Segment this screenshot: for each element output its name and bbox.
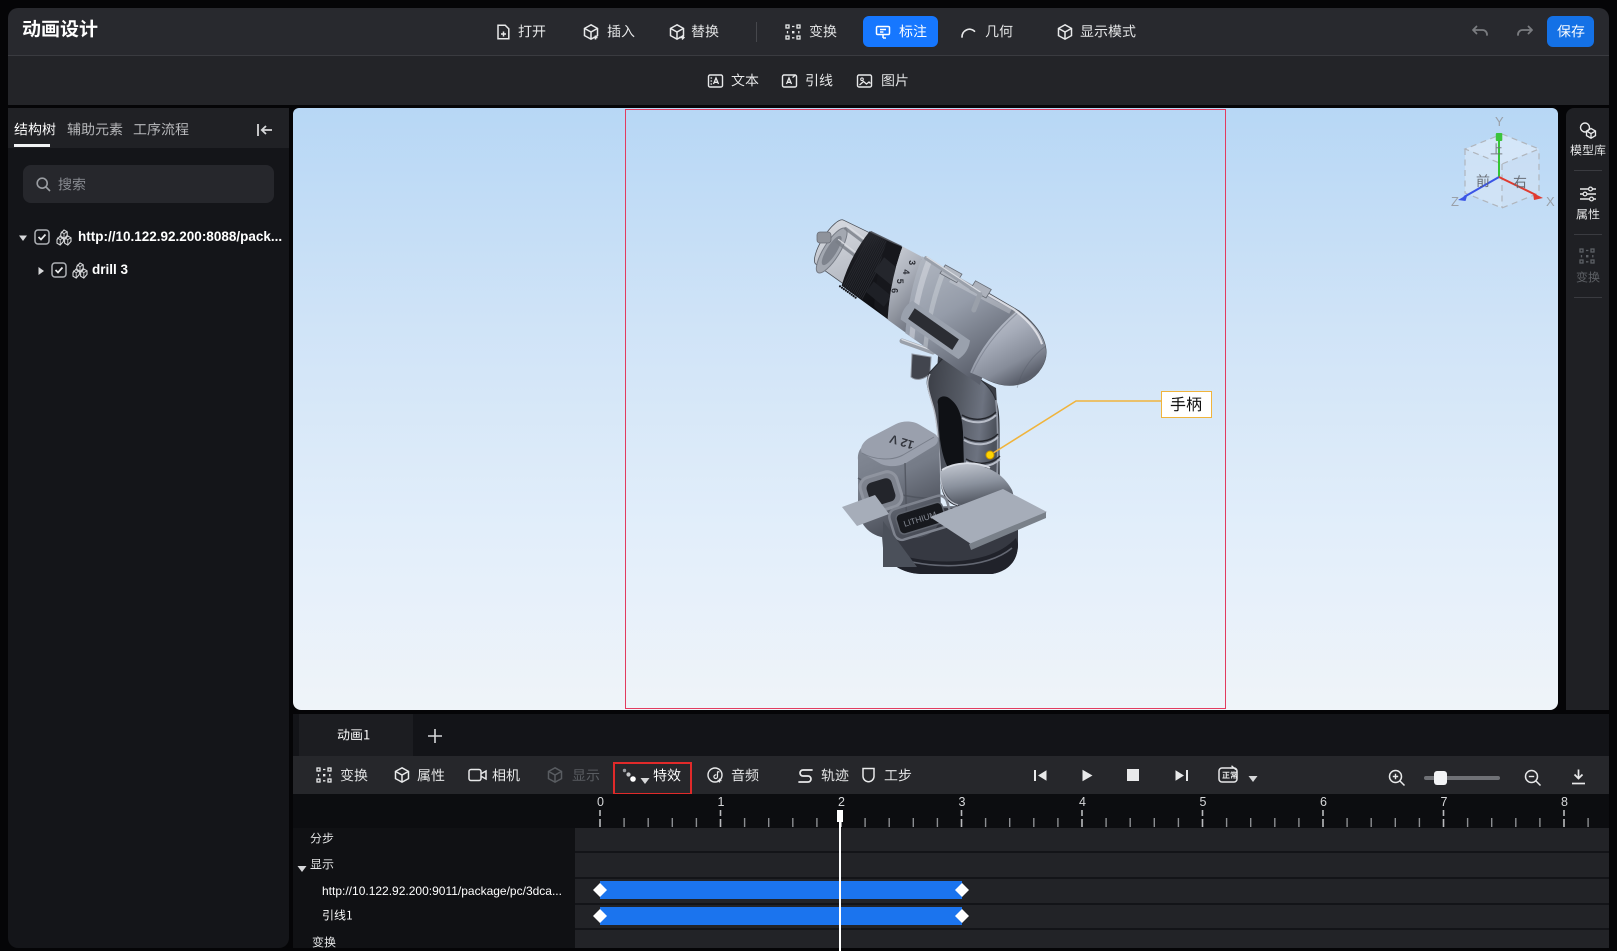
svg-text:Z: Z	[1451, 194, 1459, 209]
svg-text:X: X	[1546, 194, 1555, 209]
svg-text:0: 0	[597, 795, 604, 809]
svg-text:4: 4	[1079, 795, 1086, 809]
svg-text:2: 2	[838, 795, 845, 809]
svg-text:5: 5	[895, 279, 905, 284]
svg-text:Y: Y	[1495, 114, 1504, 129]
svg-text:8: 8	[1561, 795, 1568, 809]
svg-text:3: 3	[959, 795, 966, 809]
svg-text:4: 4	[901, 269, 911, 274]
svg-text:1: 1	[718, 795, 725, 809]
svg-text:3: 3	[907, 260, 917, 265]
svg-text:5: 5	[1200, 795, 1207, 809]
svg-text:7: 7	[1441, 795, 1448, 809]
svg-text:6: 6	[1320, 795, 1327, 809]
svg-text:6: 6	[889, 288, 899, 293]
